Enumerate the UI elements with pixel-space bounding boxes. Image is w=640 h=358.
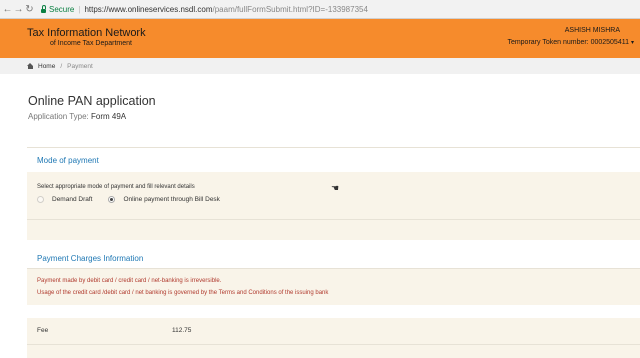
home-icon[interactable]: [27, 62, 34, 70]
hand-pointer-icon: ☚: [331, 183, 340, 193]
site-subtitle: of Income Tax Department: [50, 40, 132, 47]
chevron-down-icon: ▾: [630, 40, 634, 46]
reload-icon[interactable]: ↻: [24, 4, 35, 15]
application-type-value: Form 49A: [91, 112, 127, 121]
application-type-label: Application Type:: [28, 112, 89, 121]
fee-value: 112.75: [172, 327, 192, 334]
payment-options: Demand Draft Online payment through Bill…: [37, 196, 220, 203]
token-label: Temporary Token number: 0002505411: [507, 39, 629, 46]
panel-divider: [27, 219, 640, 220]
url-field[interactable]: Secure | https://www.onlineservices.nsdl…: [41, 5, 368, 14]
breadcrumb-home[interactable]: Home: [38, 63, 55, 70]
breadcrumb: Home / Payment: [0, 58, 640, 74]
url-path: /paam/fullFormSubmit.html?ID=-133987354: [212, 4, 368, 14]
payment-notice-panel: Payment made by debit card / credit card…: [27, 269, 640, 305]
application-type: Application Type: Form 49A: [28, 112, 126, 121]
mode-of-payment-heading: Mode of payment: [37, 156, 99, 165]
payment-notice-line1: Payment made by debit card / credit card…: [37, 278, 222, 284]
payment-notice-line2: Usage of the credit card /debit card / n…: [37, 290, 329, 296]
lock-icon: [41, 5, 46, 13]
secure-label: Secure: [49, 4, 75, 14]
url-host: https://www.onlineservices.nsdl.com: [84, 4, 213, 14]
option-label-demand-draft[interactable]: Demand Draft: [52, 196, 92, 203]
payment-charges-header: Payment Charges Information: [27, 244, 640, 269]
radio-bill-desk[interactable]: [108, 196, 116, 203]
url-text: https://www.onlineservices.nsdl.com/paam…: [84, 5, 367, 14]
back-icon[interactable]: ←: [2, 4, 13, 15]
mode-of-payment-header: Mode of payment: [27, 147, 640, 173]
page-title: Online PAN application: [28, 94, 156, 108]
mode-of-payment-panel: Select appropriate mode of payment and f…: [27, 172, 640, 240]
forward-icon[interactable]: →: [13, 4, 24, 15]
payment-instruction: Select appropriate mode of payment and f…: [37, 184, 195, 190]
payment-charges-heading: Payment Charges Information: [37, 254, 144, 263]
site-title: Tax Information Network: [27, 27, 146, 39]
token-dropdown[interactable]: Temporary Token number: 0002505411 ▾: [507, 39, 634, 46]
browser-address-bar: ← → ↻ Secure | https://www.onlineservice…: [0, 0, 640, 19]
url-separator: |: [78, 4, 81, 14]
breadcrumb-separator: /: [60, 62, 63, 70]
radio-demand-draft[interactable]: [37, 196, 44, 203]
option-label-bill-desk[interactable]: Online payment through Bill Desk: [123, 196, 219, 203]
fee-label: Fee: [37, 327, 49, 334]
user-name: ASHISH MISHRA: [564, 27, 620, 34]
fee-divider: [27, 344, 640, 345]
fee-panel: Fee 112.75: [27, 318, 640, 358]
site-header: Tax Information Network of Income Tax De…: [0, 19, 640, 58]
breadcrumb-current: Payment: [67, 62, 93, 70]
